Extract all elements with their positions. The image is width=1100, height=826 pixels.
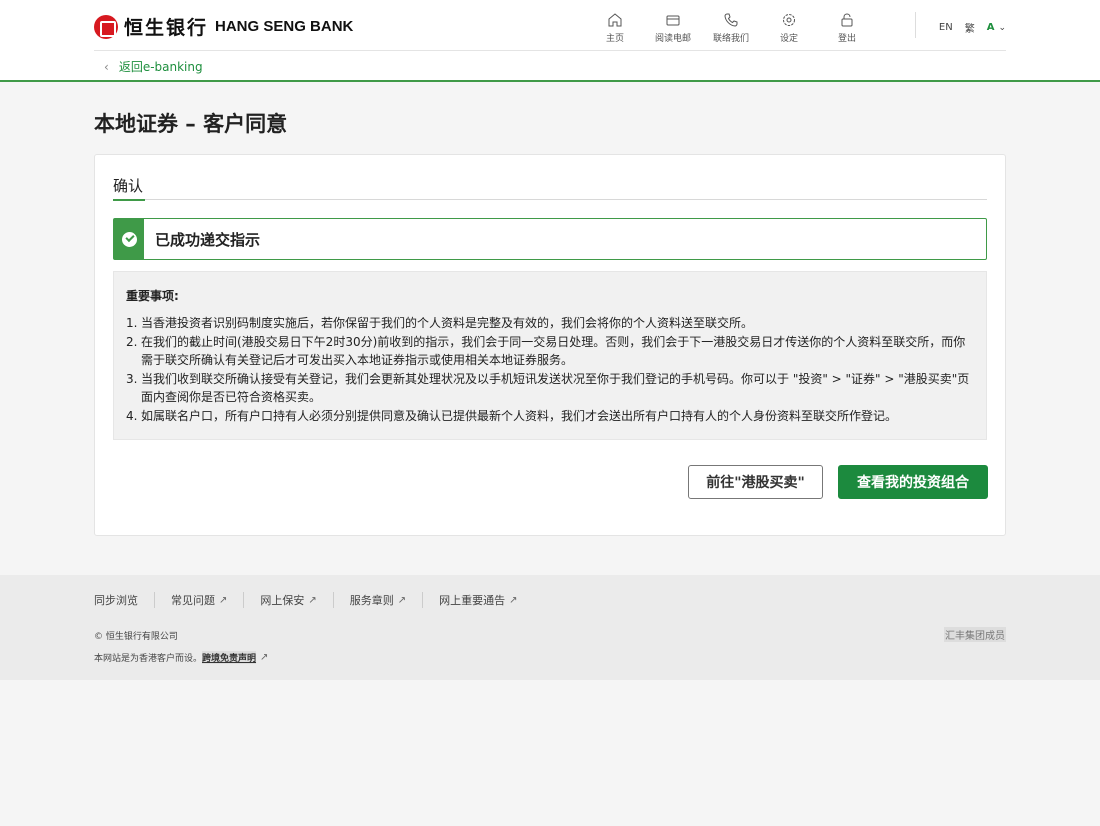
disclaimer-prefix: 本网站是为香港客户而设。: [94, 654, 203, 664]
back-link-label: 返回e-banking: [118, 60, 203, 74]
notice-item: 3. 当我们收到联交所确认接受有关登记，我们会更新其处理状况及以手机短讯发送状况至…: [126, 370, 974, 407]
footer-link-label: 网上保安: [260, 594, 305, 607]
footer-link-label: 常见问题: [171, 594, 215, 607]
go-to-hk-stock-trading-button[interactable]: 前往"港股买卖": [688, 465, 823, 499]
external-link-icon: ↗: [219, 594, 228, 606]
copyright: © 恒生银行有限公司: [94, 632, 178, 642]
external-link-icon: ↗: [308, 594, 317, 606]
footer-link-security[interactable]: 网上保安 ↗: [260, 592, 334, 608]
gear-icon: [783, 14, 795, 26]
top-header: 恒生银行 HANG SENG BANK 主页 阅读电邮 联络我们 设定 登出 E…: [0, 0, 1100, 82]
footer: 同步浏览 常见问题 ↗ 网上保安 ↗ 服务章则 ↗ 网上重要通告 ↗ © 恒生银行有限公…: [0, 575, 1100, 680]
cross-border-disclaimer-link[interactable]: 跨境免责声明: [202, 651, 257, 664]
notice-title: 重要事项:: [126, 289, 179, 303]
logo-chinese-text: 恒生银行: [124, 17, 209, 39]
notice-text: 当香港投资者识别码制度实施后，若你保留于我们的个人资料是完整及有效的，我们会将你…: [141, 316, 754, 330]
notice-number: 3.: [126, 371, 138, 386]
external-link-icon: ↗: [397, 594, 407, 606]
hang-seng-logo-icon: [94, 14, 118, 39]
page-title: 本地证券 – 客户同意: [94, 112, 288, 136]
lock-icon: [841, 13, 853, 27]
success-icon-box: [114, 219, 144, 259]
hsbc-group-member: 汇丰集团成员: [944, 627, 1006, 642]
nav-contact-label: 联络我们: [712, 34, 749, 44]
tab-bar: 确认: [113, 173, 987, 201]
notice-text: 如属联名户口，所有户口持有人必须分别提供同意及确认已提供最新个人资料，我们才会送…: [141, 408, 898, 423]
footer-link-label: 服务章则: [349, 594, 394, 607]
footer-link-label: 同步浏览: [94, 594, 138, 607]
footer-link-cobrowse[interactable]: 同步浏览: [94, 592, 155, 608]
notice-item: 4. 如属联名户口，所有户口持有人必须分别提供同意及确认已提供最新个人资料，我们才…: [126, 407, 974, 426]
notice-text: 当我们收到联交所确认接受有关登记，我们会更新其处理状况及以手机短讯发送状况至你于…: [141, 371, 970, 405]
header-bar: 恒生银行 HANG SENG BANK 主页 阅读电邮 联络我们 设定 登出 E…: [94, 0, 1006, 51]
font-size-button[interactable]: A: [987, 22, 995, 33]
nav-mail-label: 阅读电邮: [654, 34, 691, 44]
nav-contact[interactable]: 联络我们: [702, 12, 760, 44]
tab-confirm: 确认: [113, 175, 146, 201]
success-banner: 已成功递交指示: [113, 218, 987, 260]
chevron-down-icon[interactable]: ⌄: [998, 23, 1006, 33]
footer-link-terms[interactable]: 服务章则 ↗: [349, 592, 424, 608]
footer-link-notices[interactable]: 网上重要通告 ↗: [439, 592, 533, 608]
important-notice: 重要事项: 1. 当香港投资者识别码制度实施后，若你保留于我们的个人资料是完整及有…: [113, 271, 987, 440]
home-icon: [608, 13, 622, 27]
lang-en-button[interactable]: EN: [939, 22, 953, 33]
nav-mail[interactable]: 阅读电邮: [644, 12, 702, 44]
footer-link-faq[interactable]: 常见问题 ↗: [171, 592, 245, 608]
lang-tc-button[interactable]: 繁: [965, 20, 975, 35]
chevron-left-icon: ‹: [104, 59, 109, 74]
nav-logout-label: 登出: [837, 34, 856, 44]
notice-number: 2.: [126, 334, 138, 349]
nav-home-label: 主页: [605, 34, 624, 44]
bank-logo[interactable]: 恒生银行 HANG SENG BANK: [94, 13, 353, 40]
notice-list: 1. 当香港投资者识别码制度实施后，若你保留于我们的个人资料是完整及有效的，我们会…: [126, 314, 974, 425]
confirmation-card: 确认 已成功递交指示 重要事项: 1. 当香港投资者识别码制度实施后，若你保留于我…: [94, 154, 1006, 536]
footer-links: 同步浏览 常见问题 ↗ 网上保安 ↗ 服务章则 ↗ 网上重要通告 ↗: [94, 592, 550, 608]
language-switcher: EN 繁 A ⌄: [927, 20, 1006, 35]
notice-number: 1.: [126, 316, 138, 330]
notice-item: 1. 当香港投资者识别码制度实施后，若你保留于我们的个人资料是完整及有效的，我们会…: [126, 314, 974, 333]
top-nav: 主页 阅读电邮 联络我们 设定 登出: [586, 12, 876, 44]
external-link-icon: ↗: [260, 652, 269, 663]
view-portfolio-button[interactable]: 查看我的投资组合: [838, 465, 988, 499]
notice-item: 2. 在我们的截止时间(港股交易日下午2时30分)前收到的指示，我们会于同一交易日…: [126, 333, 974, 370]
external-link-icon: ↗: [509, 594, 518, 606]
logo-english-text: HANG SENG BANK: [215, 18, 354, 35]
mail-icon: [666, 15, 680, 26]
success-message: 已成功递交指示: [155, 230, 261, 249]
nav-divider: [915, 12, 916, 38]
notice-text: 在我们的截止时间(港股交易日下午2时30分)前收到的指示，我们会于同一交易日处理…: [141, 334, 966, 368]
back-to-ebanking-link[interactable]: ‹ 返回e-banking: [104, 58, 203, 75]
nav-logout[interactable]: 登出: [818, 12, 876, 44]
nav-settings[interactable]: 设定: [760, 12, 818, 44]
footer-link-label: 网上重要通告: [439, 594, 506, 607]
disclaimer: 本网站是为香港客户而设。 跨境免责声明 ↗: [94, 651, 268, 664]
nav-home[interactable]: 主页: [586, 12, 644, 44]
nav-settings-label: 设定: [779, 34, 798, 44]
check-circle-icon: [121, 231, 137, 247]
phone-icon: [724, 13, 738, 27]
notice-number: 4.: [126, 408, 138, 423]
